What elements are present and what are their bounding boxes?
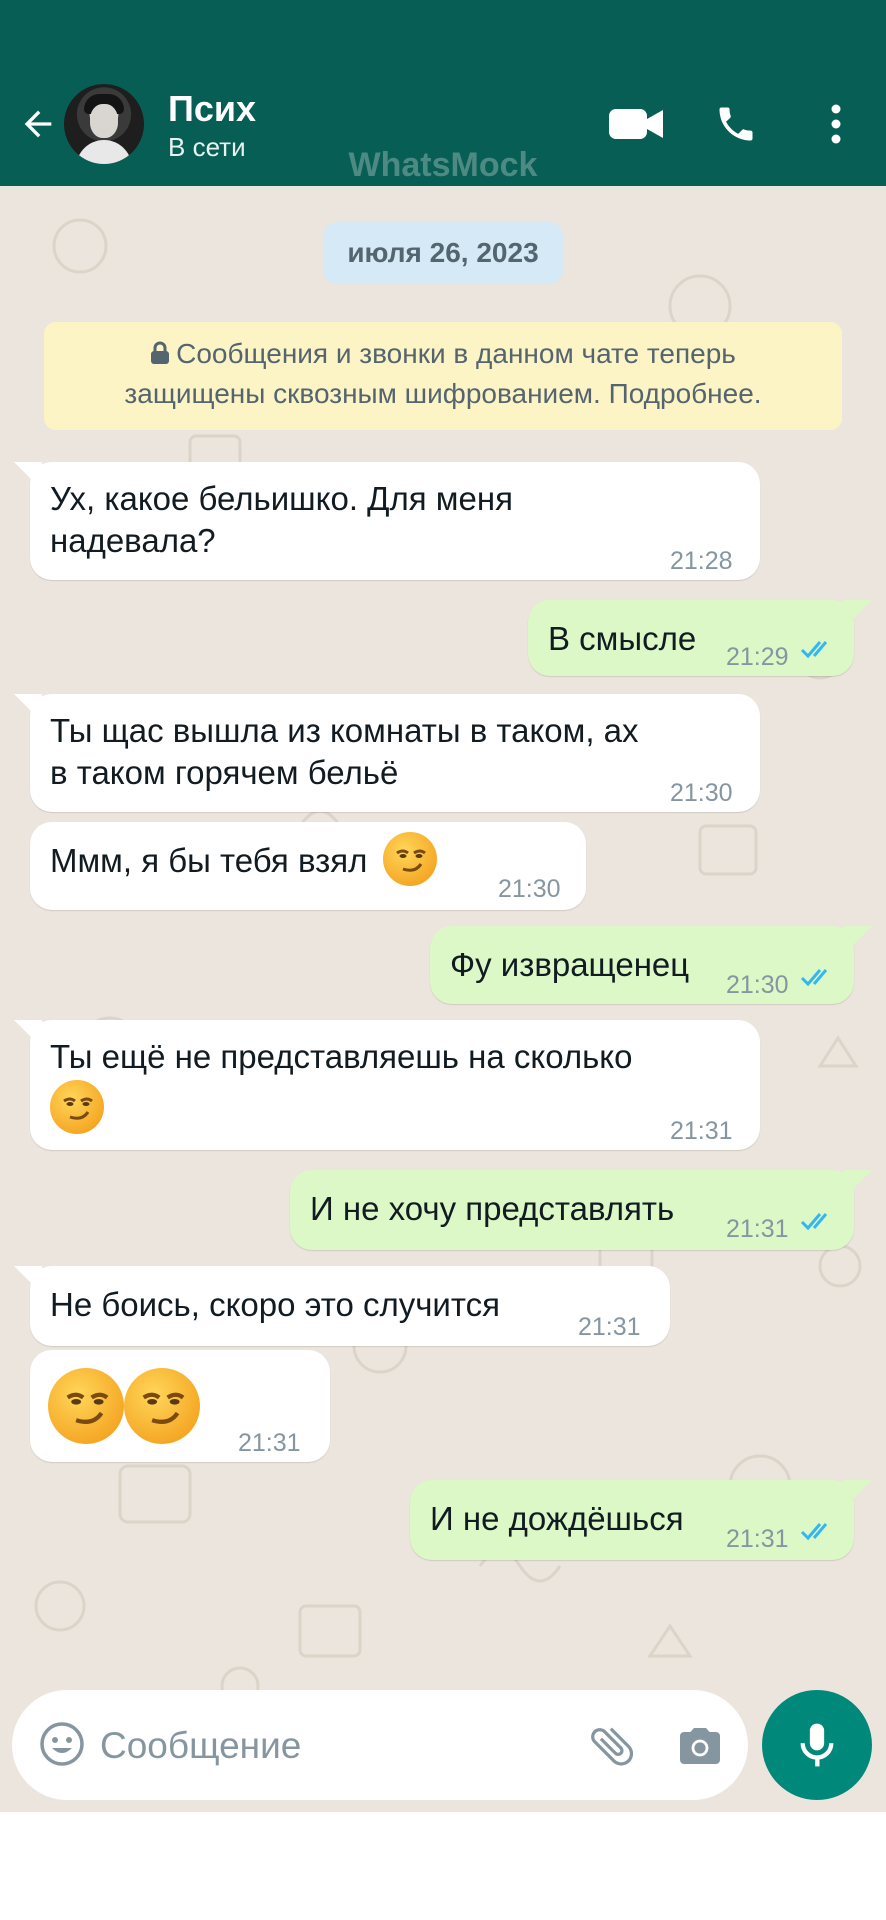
message-time: 21:31 <box>726 1525 789 1553</box>
message-time: 21:31 <box>726 1215 789 1243</box>
message-time: 21:30 <box>670 779 733 807</box>
incoming-message[interactable]: 21:31 <box>30 1350 330 1462</box>
contact-name[interactable]: Псих <box>168 88 256 130</box>
back-arrow-icon[interactable] <box>14 100 62 148</box>
read-ticks-icon <box>800 1523 828 1541</box>
outgoing-message[interactable]: Фу извращенец 21:30 <box>430 926 854 1004</box>
message-time: 21:31 <box>578 1313 641 1341</box>
lock-icon <box>151 341 170 364</box>
attach-icon[interactable] <box>586 1720 638 1772</box>
watermark: WhatsMock <box>348 146 538 184</box>
read-ticks-icon <box>800 641 828 659</box>
emoji-icon[interactable] <box>38 1720 86 1768</box>
message-time: 21:28 <box>670 547 733 575</box>
message-text: Ты ещё не представляешь на сколько <box>50 1038 633 1075</box>
message-text: в таком горячем бельё <box>50 754 399 791</box>
date-chip: июля 26, 2023 <box>323 222 563 284</box>
smirking-face-icon <box>124 1368 200 1444</box>
smirking-face-icon <box>50 1080 104 1134</box>
message-text: Не боись, скоро это случится <box>50 1286 500 1323</box>
smirking-face-icon <box>48 1368 124 1444</box>
message-time: 21:30 <box>726 971 789 999</box>
camera-icon[interactable] <box>676 1722 724 1770</box>
read-ticks-icon <box>800 1213 828 1231</box>
microphone-icon <box>800 1723 834 1767</box>
message-text: И не хочу представлять <box>310 1190 675 1227</box>
incoming-message[interactable]: Ты щас вышла из комнаты в таком, ах в так… <box>30 694 760 812</box>
message-input[interactable]: Сообщение <box>100 1725 301 1767</box>
encryption-notice-line1: Сообщения и звонки в данном чате теперь <box>176 338 736 369</box>
encryption-notice[interactable]: Сообщения и звонки в данном чате теперь … <box>44 322 842 430</box>
message-text: Фу извращенец <box>450 946 690 983</box>
message-text: Ты щас вышла из комнаты в таком, ах <box>50 712 639 749</box>
outgoing-message[interactable]: И не хочу представлять 21:31 <box>290 1170 854 1250</box>
message-time: 21:29 <box>726 643 789 671</box>
message-text: И не дождёшься <box>430 1500 684 1537</box>
encryption-notice-line2: защищены сквозным шифрованием. Подробнее… <box>124 378 762 409</box>
chat-area[interactable]: июля 26, 2023 Сообщения и звонки в данно… <box>0 186 886 1812</box>
message-text: надевала? <box>50 522 216 559</box>
microphone-button[interactable] <box>762 1690 872 1800</box>
video-call-icon[interactable] <box>608 98 664 150</box>
message-time: 21:31 <box>238 1429 301 1457</box>
message-text: Ммм, я бы тебя взял <box>50 842 368 879</box>
outgoing-message[interactable]: В смысле 21:29 <box>528 600 854 676</box>
message-time: 21:30 <box>498 875 561 903</box>
incoming-message[interactable]: Ммм, я бы тебя взял 21:30 <box>30 822 586 910</box>
smirking-face-icon <box>382 832 437 887</box>
incoming-message[interactable]: Ты ещё не представляешь на сколько 21:31 <box>30 1020 760 1150</box>
more-options-icon[interactable] <box>820 98 852 150</box>
incoming-message[interactable]: Ух, какое бельишко. Для меня надевала? 21… <box>30 462 760 580</box>
message-text: Ух, какое бельишко. Для меня <box>50 480 513 517</box>
voice-call-icon[interactable] <box>712 98 760 150</box>
read-ticks-icon <box>800 969 828 987</box>
message-text: В смысле <box>548 620 697 657</box>
outgoing-message[interactable]: И не дождёшься 21:31 <box>410 1480 854 1560</box>
message-time: 21:31 <box>670 1117 733 1145</box>
incoming-message[interactable]: Не боись, скоро это случится 21:31 <box>30 1266 670 1346</box>
